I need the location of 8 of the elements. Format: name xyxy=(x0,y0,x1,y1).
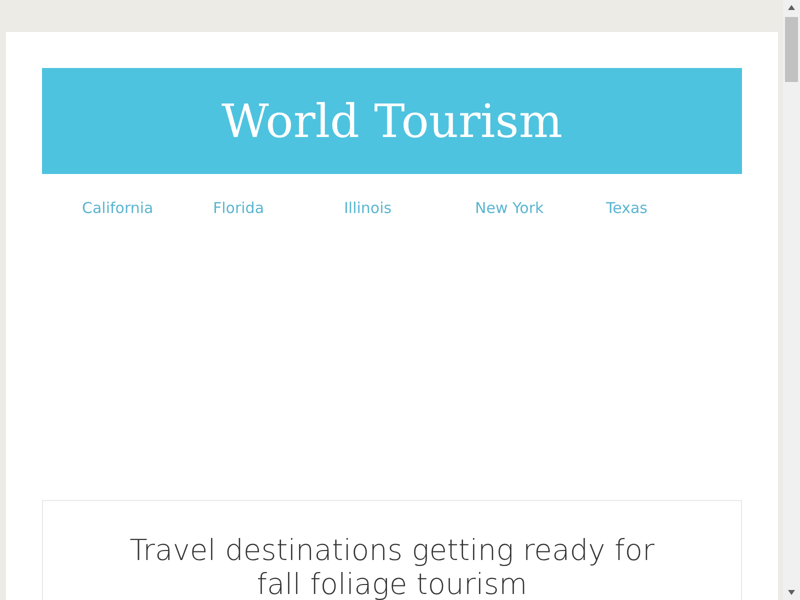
article-title: Travel destinations getting ready for fall foliage tourism xyxy=(128,533,656,600)
scrollbar-drawing[interactable] xyxy=(783,0,800,600)
nav-link[interactable]: California xyxy=(82,198,213,218)
site-title: World Tourism xyxy=(222,98,562,144)
nav-link[interactable]: Florida xyxy=(213,198,344,218)
nav-link[interactable]: Texas xyxy=(606,198,737,218)
nav-link[interactable]: Illinois xyxy=(344,198,475,218)
nav-link[interactable]: New York xyxy=(475,198,606,218)
